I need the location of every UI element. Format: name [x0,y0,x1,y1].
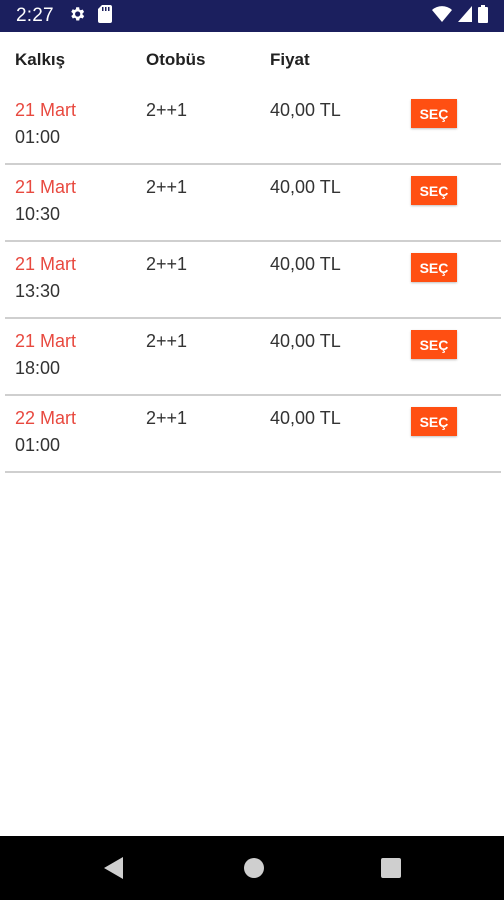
battery-icon [478,4,488,28]
navigation-bar [0,836,504,900]
trip-price: 40,00 TL [270,177,341,197]
trip-price: 40,00 TL [270,100,341,120]
status-left-icons [68,4,112,28]
screen: 2:27 Kalkış Otobüs Fiyat 21 Mart 01:00 2… [0,0,504,900]
trip-date: 21 Mart [15,254,77,274]
trip-price: 40,00 TL [270,408,341,428]
row-divider [5,471,501,473]
trip-time: 10:30 [15,204,61,224]
trip-row[interactable]: 21 Mart 18:00 2++1 40,00 TL SEÇ [0,319,504,396]
trip-row[interactable]: 22 Mart 01:00 2++1 40,00 TL SEÇ [0,396,504,473]
recents-icon[interactable] [377,854,405,882]
trip-row[interactable]: 21 Mart 01:00 2++1 40,00 TL SEÇ [0,88,504,165]
select-trip-button[interactable]: SEÇ [411,253,457,282]
trip-row[interactable]: 21 Mart 10:30 2++1 40,00 TL SEÇ [0,165,504,242]
trip-bus-type: 2++1 [146,177,188,197]
trip-date: 22 Mart [15,408,77,428]
status-time: 2:27 [16,5,54,26]
select-trip-button[interactable]: SEÇ [411,99,457,128]
back-icon[interactable] [100,854,128,882]
header-bus: Otobüs [146,50,206,69]
trip-time: 18:00 [15,358,61,378]
header-price: Fiyat [270,50,310,69]
trip-time: 01:00 [15,127,61,147]
status-bar: 2:27 [0,0,504,32]
trip-row[interactable]: 21 Mart 13:30 2++1 40,00 TL SEÇ [0,242,504,319]
trip-bus-type: 2++1 [146,331,188,351]
header-departure: Kalkış [15,50,66,69]
list-header: Kalkış Otobüs Fiyat [0,32,504,88]
select-trip-button[interactable]: SEÇ [411,330,457,359]
trip-time: 13:30 [15,281,61,301]
trip-date: 21 Mart [15,331,77,351]
trip-date: 21 Mart [15,100,77,120]
select-trip-button[interactable]: SEÇ [411,407,457,436]
select-trip-button[interactable]: SEÇ [411,176,457,205]
cell-signal-icon [458,5,472,27]
wifi-icon [432,5,452,27]
trip-bus-type: 2++1 [146,408,188,428]
trip-date: 21 Mart [15,177,77,197]
trip-price: 40,00 TL [270,254,341,274]
trip-price: 40,00 TL [270,331,341,351]
status-right-icons [432,4,488,28]
trip-list: 21 Mart 01:00 2++1 40,00 TL SEÇ 21 Mart … [0,88,504,473]
settings-icon [68,5,86,28]
trip-bus-type: 2++1 [146,100,188,120]
home-icon[interactable] [240,854,268,882]
sd-card-icon [97,4,112,28]
trip-time: 01:00 [15,435,61,455]
trip-bus-type: 2++1 [146,254,188,274]
